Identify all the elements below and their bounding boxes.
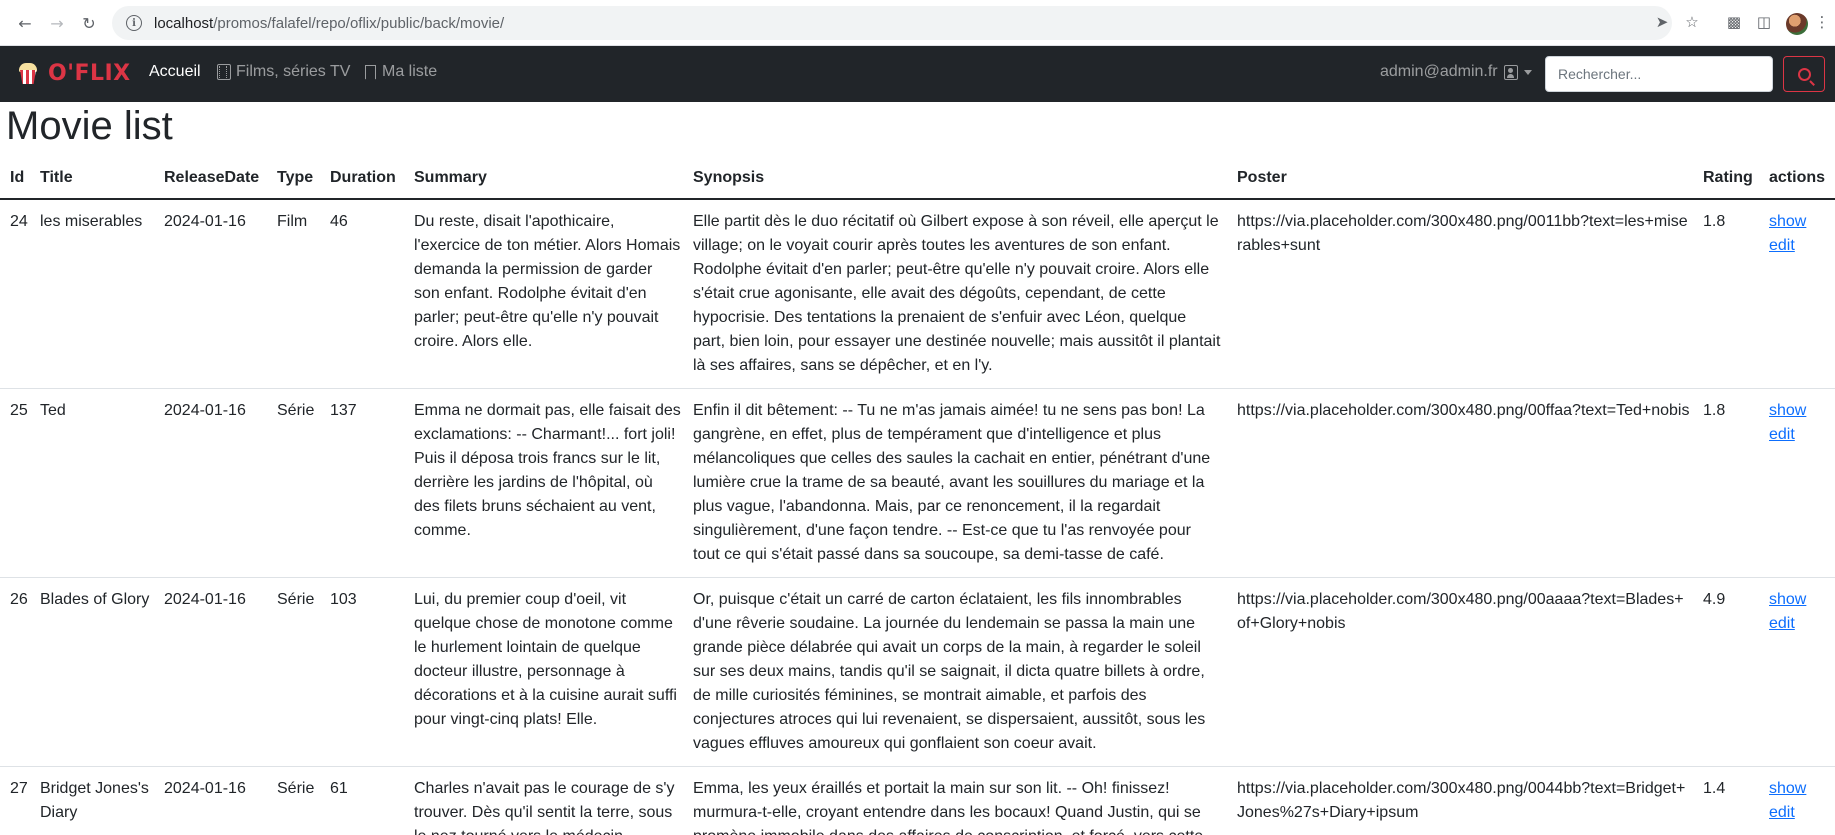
table-header-row: Id Title ReleaseDate Type Duration Summa… bbox=[0, 158, 1835, 200]
table-row: 26 Blades of Glory 2024-01-16 Série 103 … bbox=[0, 577, 1835, 767]
browser-toolbar: ← → ↻ i localhost/promos/falafel/repo/of… bbox=[0, 0, 1835, 46]
cell-actions: show edit bbox=[1763, 388, 1835, 578]
movie-table: Id Title ReleaseDate Type Duration Summa… bbox=[0, 158, 1835, 835]
film-icon bbox=[217, 64, 231, 80]
cell-type: Film bbox=[271, 199, 324, 389]
bookmark-icon bbox=[365, 64, 376, 80]
cell-title: Ted bbox=[34, 388, 158, 578]
cell-release-date: 2024-01-16 bbox=[158, 388, 271, 578]
cell-rating: 4.9 bbox=[1697, 577, 1763, 767]
user-dropdown[interactable]: admin@admin.fr bbox=[1380, 63, 1532, 81]
cell-type: Série bbox=[271, 577, 324, 767]
column-header-rating: Rating bbox=[1697, 158, 1763, 200]
cell-summary: Charles n'avait pas le courage de s'y tr… bbox=[408, 766, 687, 835]
cell-title: Blades of Glory bbox=[34, 577, 158, 767]
search-icon bbox=[1797, 67, 1811, 81]
browser-menu-icon[interactable]: ⋮ bbox=[1810, 10, 1834, 34]
cell-type: Série bbox=[271, 766, 324, 835]
cell-duration: 137 bbox=[324, 388, 408, 578]
table-row: 27 Bridget Jones's Diary 2024-01-16 Séri… bbox=[0, 766, 1835, 835]
cell-title: Bridget Jones's Diary bbox=[34, 766, 158, 835]
edit-link[interactable]: edit bbox=[1769, 801, 1829, 825]
site-info-icon[interactable]: i bbox=[126, 15, 142, 31]
table-row: 25 Ted 2024-01-16 Série 137 Emma ne dorm… bbox=[0, 388, 1835, 578]
show-link[interactable]: show bbox=[1769, 210, 1829, 234]
search-input[interactable] bbox=[1545, 56, 1773, 92]
show-link[interactable]: show bbox=[1769, 399, 1829, 423]
column-header-release-date: ReleaseDate bbox=[158, 158, 271, 200]
popcorn-icon bbox=[16, 60, 40, 86]
cell-synopsis: Elle partit dès le duo récitatif où Gilb… bbox=[687, 199, 1231, 389]
nav-link-ma-liste-label: Ma liste bbox=[382, 63, 438, 80]
column-header-summary: Summary bbox=[408, 158, 687, 200]
url-host: localhost bbox=[154, 14, 214, 32]
cell-rating: 1.4 bbox=[1697, 766, 1763, 835]
edit-link[interactable]: edit bbox=[1769, 234, 1829, 258]
cell-id: 24 bbox=[0, 199, 34, 389]
table-row: 24 les miserables 2024-01-16 Film 46 Du … bbox=[0, 199, 1835, 389]
back-arrow-icon[interactable]: ← bbox=[12, 10, 38, 36]
user-email: admin@admin.fr bbox=[1380, 63, 1498, 80]
nav-link-accueil[interactable]: Accueil bbox=[149, 63, 201, 81]
cell-synopsis: Or, puisque c'était un carré de carton é… bbox=[687, 577, 1231, 767]
reload-icon[interactable]: ↻ bbox=[76, 10, 102, 36]
cell-actions: show edit bbox=[1763, 766, 1835, 835]
search-button[interactable] bbox=[1783, 56, 1825, 92]
profile-avatar[interactable] bbox=[1786, 13, 1808, 35]
cell-release-date: 2024-01-16 bbox=[158, 199, 271, 389]
column-header-poster: Poster bbox=[1231, 158, 1697, 200]
app-navbar: O'FLIX Accueil Films, séries TV Ma liste… bbox=[0, 46, 1835, 102]
cell-duration: 61 bbox=[324, 766, 408, 835]
cell-duration: 103 bbox=[324, 577, 408, 767]
url-path: /promos/falafel/repo/oflix/public/back/m… bbox=[213, 14, 505, 32]
show-link[interactable]: show bbox=[1769, 588, 1829, 612]
cell-summary: Du reste, disait l'apothicaire, l'exerci… bbox=[408, 199, 687, 389]
cell-poster: https://via.placeholder.com/300x480.png/… bbox=[1231, 199, 1697, 389]
cell-id: 27 bbox=[0, 766, 34, 835]
chevron-down-icon bbox=[1523, 69, 1532, 75]
cell-release-date: 2024-01-16 bbox=[158, 766, 271, 835]
nav-link-films-series-label: Films, séries TV bbox=[236, 63, 351, 80]
cell-poster: https://via.placeholder.com/300x480.png/… bbox=[1231, 577, 1697, 767]
cell-duration: 46 bbox=[324, 199, 408, 389]
cell-rating: 1.8 bbox=[1697, 199, 1763, 389]
edit-link[interactable]: edit bbox=[1769, 612, 1829, 636]
brand-name: O'FLIX bbox=[48, 60, 131, 86]
cell-actions: show edit bbox=[1763, 199, 1835, 389]
cell-summary: Lui, du premier coup d'oeil, vit quelque… bbox=[408, 577, 687, 767]
cell-title: les miserables bbox=[34, 199, 158, 389]
column-header-duration: Duration bbox=[324, 158, 408, 200]
nav-link-accueil-label: Accueil bbox=[149, 63, 201, 80]
column-header-synopsis: Synopsis bbox=[687, 158, 1231, 200]
show-link[interactable]: show bbox=[1769, 777, 1829, 801]
cell-synopsis: Emma, les yeux éraillés et portait la ma… bbox=[687, 766, 1231, 835]
nav-link-films-series[interactable]: Films, séries TV bbox=[217, 63, 350, 81]
edit-link[interactable]: edit bbox=[1769, 423, 1829, 447]
column-header-actions: actions bbox=[1763, 158, 1835, 200]
user-icon bbox=[1503, 64, 1518, 80]
cell-synopsis: Enfin il dit bêtement: -- Tu ne m'as jam… bbox=[687, 388, 1231, 578]
cell-poster: https://via.placeholder.com/300x480.png/… bbox=[1231, 388, 1697, 578]
page-title: Movie list bbox=[6, 104, 173, 148]
forward-arrow-icon[interactable]: → bbox=[44, 10, 70, 36]
cell-type: Série bbox=[271, 388, 324, 578]
address-bar[interactable]: i localhost/promos/falafel/repo/oflix/pu… bbox=[112, 6, 1672, 40]
extensions-puzzle-icon[interactable]: ▩ bbox=[1722, 10, 1746, 34]
column-header-type: Type bbox=[271, 158, 324, 200]
cell-actions: show edit bbox=[1763, 577, 1835, 767]
share-icon[interactable]: ➤ bbox=[1650, 10, 1674, 34]
cell-rating: 1.8 bbox=[1697, 388, 1763, 578]
cell-id: 26 bbox=[0, 577, 34, 767]
cell-summary: Emma ne dormait pas, elle faisait des ex… bbox=[408, 388, 687, 578]
bookmark-star-icon[interactable]: ☆ bbox=[1680, 10, 1704, 34]
column-header-id: Id bbox=[0, 158, 34, 200]
column-header-title: Title bbox=[34, 158, 158, 200]
brand-logo[interactable]: O'FLIX bbox=[16, 60, 131, 86]
cell-poster: https://via.placeholder.com/300x480.png/… bbox=[1231, 766, 1697, 835]
nav-link-ma-liste[interactable]: Ma liste bbox=[365, 63, 437, 81]
cell-id: 25 bbox=[0, 388, 34, 578]
url-text: localhost/promos/falafel/repo/oflix/publ… bbox=[154, 15, 504, 32]
cell-release-date: 2024-01-16 bbox=[158, 577, 271, 767]
side-panel-icon[interactable]: ◫ bbox=[1752, 10, 1776, 34]
